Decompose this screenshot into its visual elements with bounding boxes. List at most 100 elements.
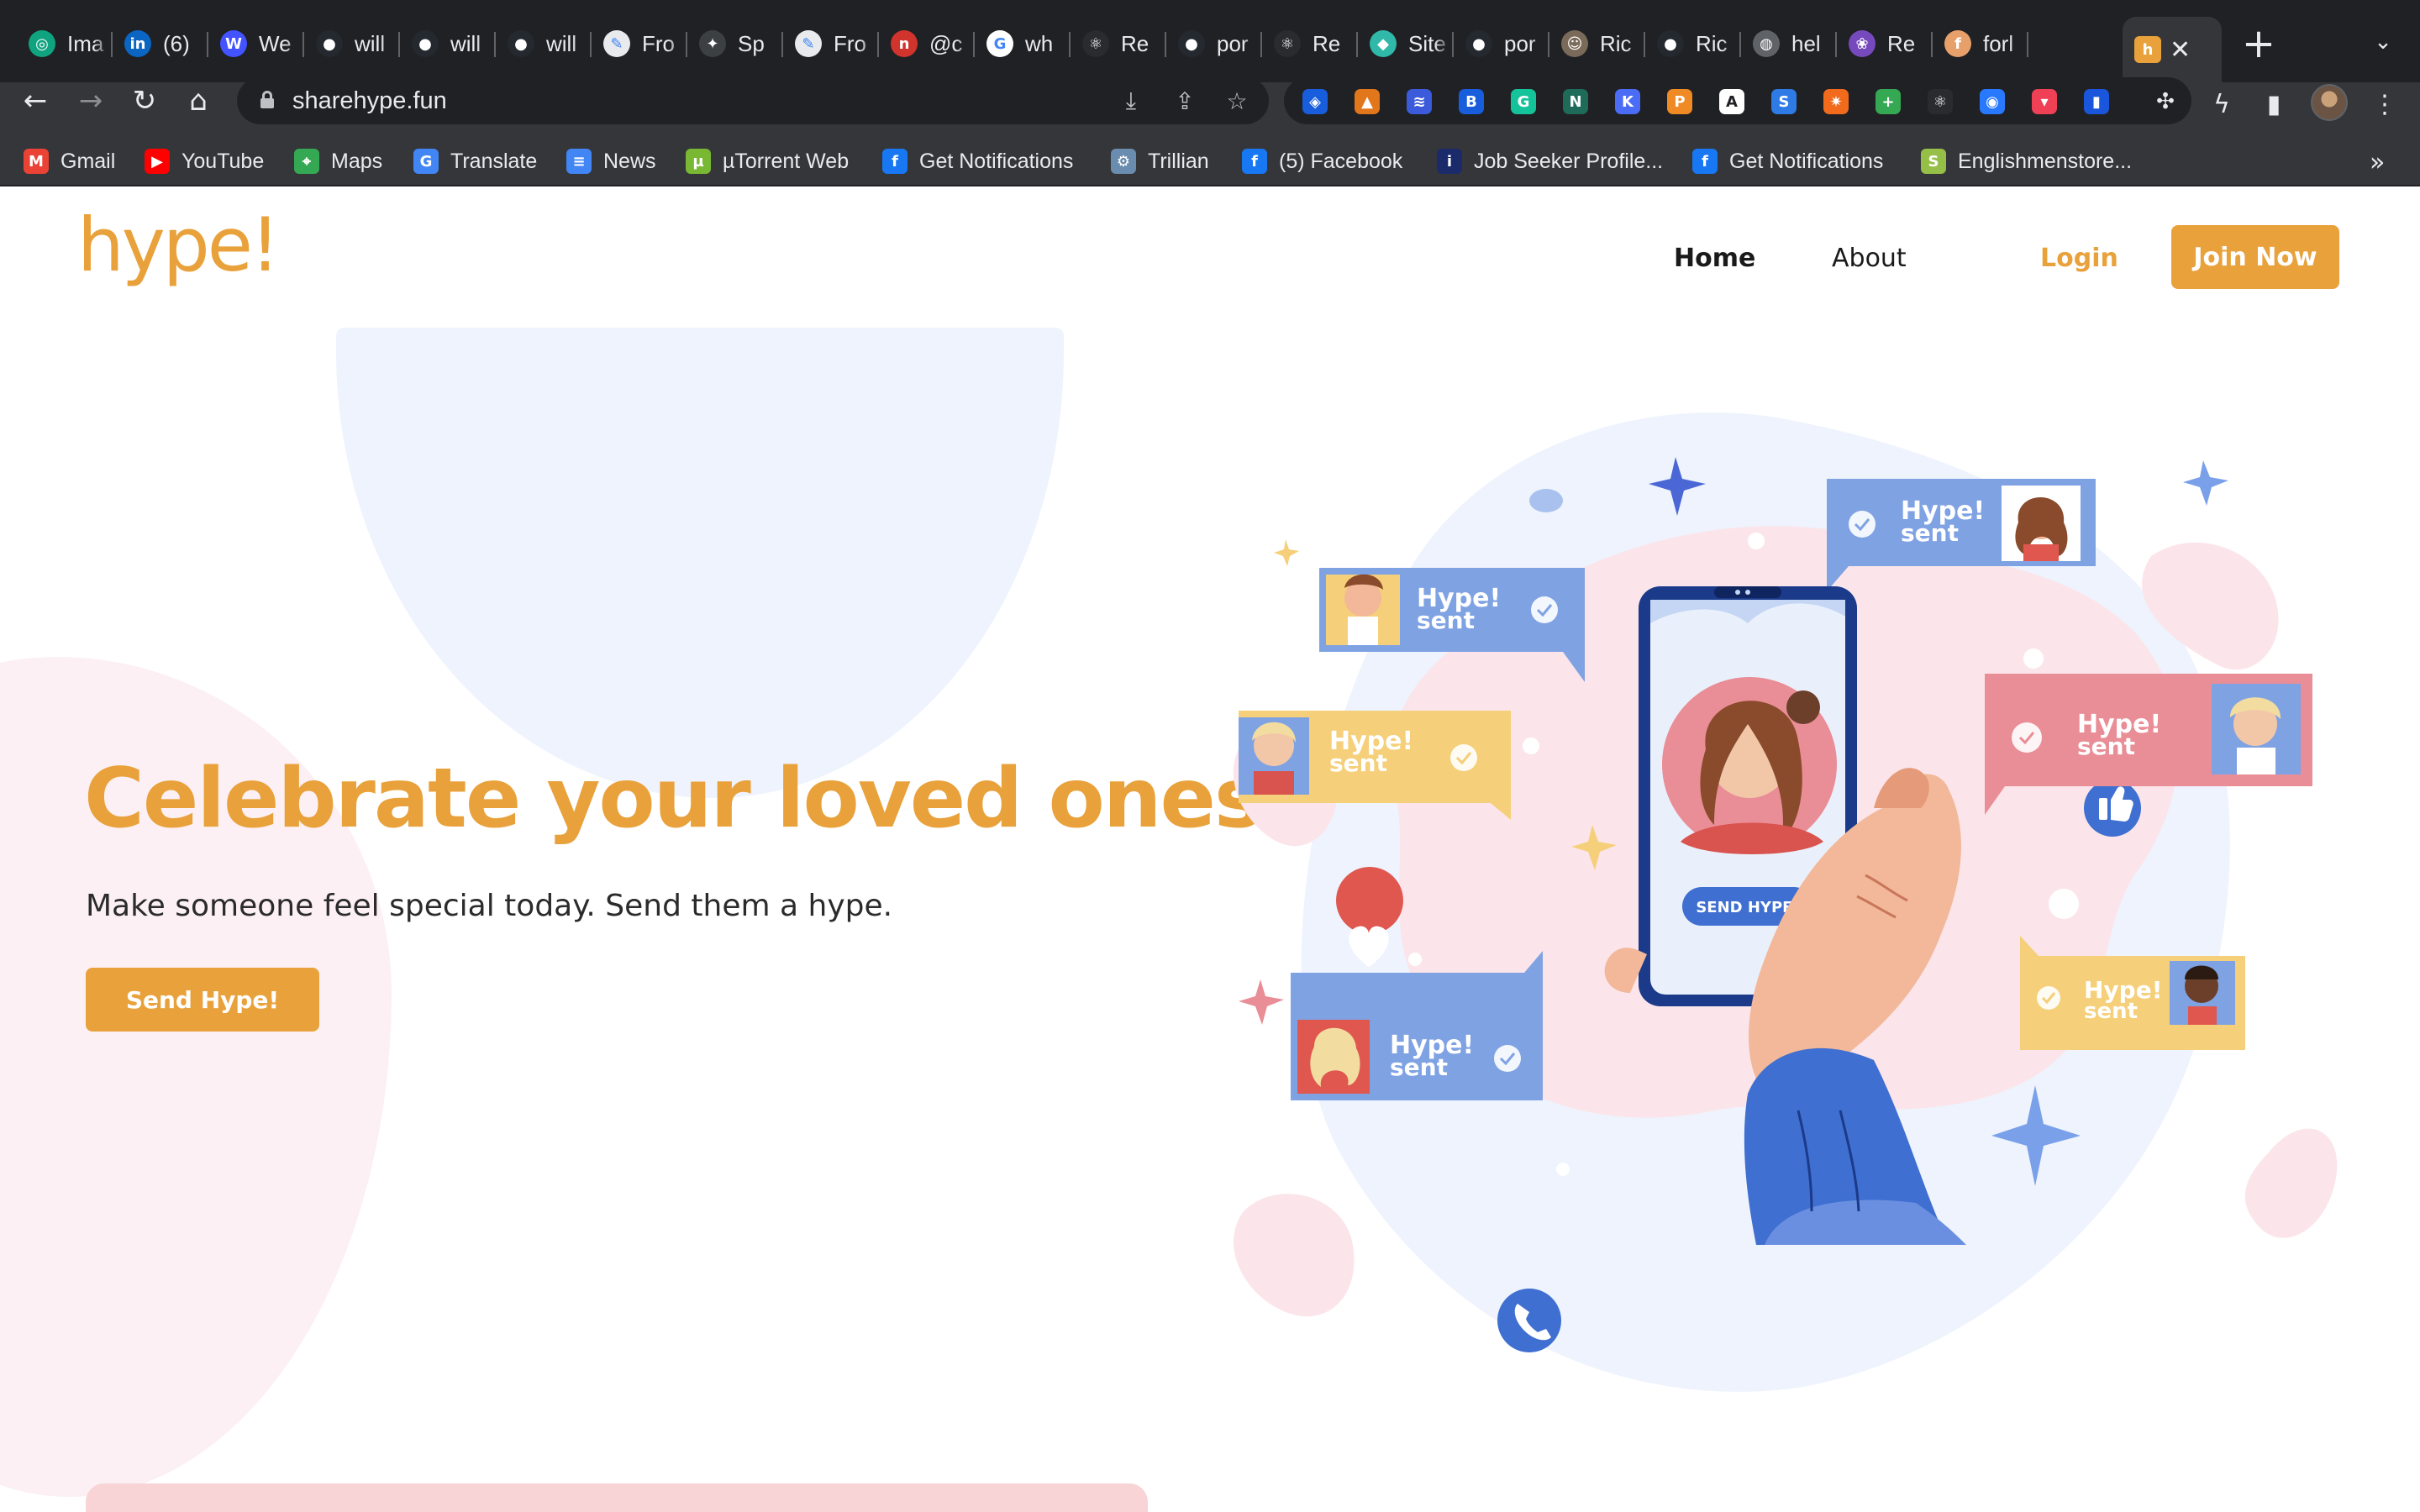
shield-ext-icon[interactable]: B [1459, 89, 1484, 114]
tab-title: Ima [67, 30, 104, 56]
layers-ext-icon[interactable]: ≋ [1407, 89, 1432, 114]
white-dot [1748, 533, 1765, 549]
hero-headline: Celebrate your loved ones [84, 751, 1263, 847]
bookmark-star-icon[interactable]: ☆ [1222, 86, 1252, 116]
home-button[interactable]: ⌂ [176, 79, 220, 123]
next-section-card [86, 1483, 1148, 1512]
puzzle-icon[interactable]: ✣ [2153, 89, 2178, 114]
github-icon: ● [508, 30, 534, 57]
gmail-icon: M [24, 149, 49, 174]
tab[interactable]: ⚛ Re [1262, 20, 1358, 67]
bookmark-item[interactable]: f (5) Facebook [1242, 146, 1402, 176]
bookmark-item[interactable]: ⌖ Maps [294, 146, 382, 176]
new-tab-button[interactable]: + [2235, 20, 2282, 67]
bitwarden-ext-icon[interactable]: ◈ [1302, 89, 1328, 114]
bookmark-label: Get Notifications [1729, 149, 1884, 173]
side-panel-icon[interactable]: ▮ [2257, 87, 2291, 121]
bookmark-label: µTorrent Web [723, 149, 850, 173]
share-icon[interactable]: ⇪ [1170, 86, 1200, 116]
performance-icon[interactable]: ϟ [2205, 87, 2238, 121]
nav-about-link[interactable]: About [1832, 244, 1907, 273]
tab[interactable]: ● por [1454, 20, 1549, 67]
bookmark-label: (5) Facebook [1279, 149, 1403, 173]
bookmark-item[interactable]: f Get Notifications [1692, 146, 1883, 176]
tab[interactable]: ● will [304, 20, 400, 67]
tab[interactable]: ◍ hel [1741, 20, 1837, 67]
bookmark-label: YouTube [182, 149, 265, 173]
reload-button[interactable]: ↻ [123, 79, 166, 123]
tab[interactable]: ● will [400, 20, 496, 67]
dolphin-ext-icon[interactable]: ◉ [1980, 89, 2005, 114]
profile-avatar[interactable] [2311, 84, 2348, 121]
react-devtools-ext-icon[interactable]: ⚛ [1928, 89, 1953, 114]
tab[interactable]: ❀ Re [1837, 20, 1933, 67]
bookmark-item[interactable]: G Translate [413, 146, 537, 176]
metamask-ext-icon[interactable]: ▲ [1355, 89, 1380, 114]
webflow-icon: W [220, 30, 247, 57]
bookmark-item[interactable]: ▶ YouTube [145, 146, 264, 176]
svg-text:sent: sent [1390, 1053, 1448, 1081]
install-icon[interactable]: ⤓ [1116, 86, 1146, 116]
bookmark-item[interactable]: ⚙ Trillian [1111, 146, 1209, 176]
tab[interactable]: ✦ Sp [687, 20, 783, 67]
star-blue-icon [2183, 460, 2228, 506]
tab-title: will [355, 30, 386, 56]
tab[interactable]: ● will [496, 20, 592, 67]
grammarly-ext-icon[interactable]: G [1511, 89, 1536, 114]
nav-login-link[interactable]: Login [2040, 244, 2118, 273]
phone-call-badge [1497, 1289, 1561, 1352]
tab[interactable]: ✎ Fro [592, 20, 687, 67]
plus-ext-icon[interactable]: + [1876, 89, 1901, 114]
page-icon: ✎ [795, 30, 822, 57]
bookmark-item[interactable]: µ µTorrent Web [686, 146, 849, 176]
linkedin-icon: in [124, 30, 151, 57]
bookmark-label: Translate [450, 149, 538, 173]
k-ext-icon[interactable]: K [1615, 89, 1640, 114]
tab-title: Ric [1696, 30, 1728, 56]
address-bar[interactable]: sharehype.fun ⤓ ⇪ ☆ [237, 77, 1269, 124]
join-now-button[interactable]: Join Now [2171, 225, 2339, 289]
svg-text:SEND HYPE!: SEND HYPE! [1696, 899, 1799, 916]
menu-kebab-icon[interactable]: ⋮ [2368, 87, 2402, 121]
tab-active[interactable]: h ✕ [2123, 17, 2222, 82]
close-icon[interactable]: ✕ [2170, 35, 2191, 65]
pocket-ext-icon[interactable]: ▾ [2032, 89, 2057, 114]
tab[interactable]: ◆ Site [1358, 20, 1454, 67]
bookmark-item[interactable]: f Get Notifications [882, 146, 1073, 176]
bookmark-item[interactable]: M Gmail [24, 146, 115, 176]
tab[interactable]: ⚛ Re [1071, 20, 1166, 67]
tab[interactable]: ◎ Ima [17, 20, 113, 67]
tab[interactable]: W We [208, 20, 304, 67]
n-ext-icon[interactable]: N [1563, 89, 1588, 114]
tab[interactable]: Gwh [975, 20, 1071, 67]
tab[interactable]: n @c [879, 20, 975, 67]
url-text[interactable]: sharehype.fun [292, 87, 447, 115]
bookmark-item[interactable]: ≡ News [566, 146, 656, 176]
tab[interactable]: ☺ Ric [1549, 20, 1645, 67]
tab[interactable]: f forl [1933, 20, 2028, 67]
tab[interactable]: ● por [1166, 20, 1262, 67]
news-icon: ≡ [566, 149, 592, 174]
send-hype-button[interactable]: Send Hype! [86, 968, 319, 1032]
bookmark-item[interactable]: i Job Seeker Profile... [1437, 146, 1663, 176]
hype-bubble-bottom-left: Hype! sent [1291, 951, 1543, 1100]
bookmarks-overflow-button[interactable]: » [2370, 148, 2385, 177]
tab[interactable]: in (6) [113, 20, 208, 67]
tab-title: forl [1983, 30, 2014, 56]
bookmark-item[interactable]: S Englishmenstore... [1921, 146, 2132, 176]
s-ext-icon[interactable]: S [1771, 89, 1797, 114]
forward-button[interactable]: → [69, 79, 113, 123]
nav-home-link[interactable]: Home [1674, 244, 1755, 273]
lock-icon[interactable] [260, 91, 274, 109]
google-icon: G [986, 30, 1013, 57]
tab-title: Fro [834, 30, 866, 56]
p-ext-icon[interactable]: P [1667, 89, 1692, 114]
back-button[interactable]: ← [13, 79, 57, 123]
sparkle-ext-icon[interactable]: ✷ [1823, 89, 1849, 114]
tab[interactable]: ● Ric [1645, 20, 1741, 67]
tab[interactable]: ✎ Fro [783, 20, 879, 67]
ai-ext-icon[interactable]: A [1719, 89, 1744, 114]
tab-search-chevron-icon[interactable]: ⌄ [2365, 24, 2402, 60]
chart-ext-icon[interactable]: ▮ [2084, 89, 2109, 114]
site-logo[interactable]: hype! [77, 208, 280, 282]
